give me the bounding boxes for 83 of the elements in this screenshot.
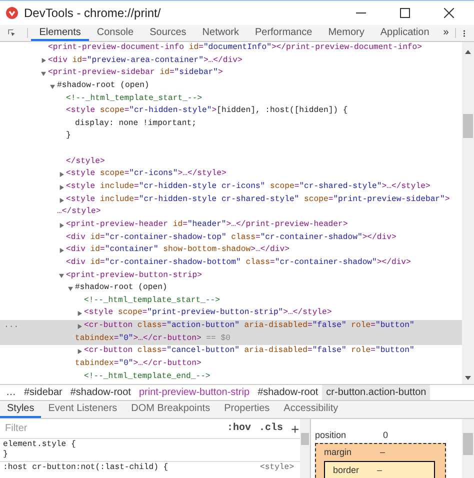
gutter-menu[interactable]: ... — [4, 320, 19, 333]
sidebar-tab[interactable]: DOM Breakpoints — [124, 401, 218, 418]
panel-tab[interactable]: Application — [372, 25, 438, 41]
code-line[interactable]: <div id="preview-area-container">…</div> — [48, 54, 242, 68]
css-selector: element.style { — [3, 440, 76, 450]
code-line[interactable]: …</style> — [57, 206, 101, 219]
breadcrumb-item[interactable]: #shadow-root — [66, 385, 135, 400]
close-icon[interactable] — [444, 8, 454, 18]
position-label: position — [315, 429, 348, 441]
code-line[interactable]: <print-preview-sidebar id="sidebar"> — [48, 67, 223, 80]
code-line: display: none !important; — [75, 118, 196, 130]
breadcrumb-item[interactable]: print-preview-button-strip — [134, 385, 254, 400]
code-line: <div id="cr-container-shadow-top" class="cr-container-shadow"></div> — [66, 232, 396, 244]
collapsed-arrow-icon[interactable] — [59, 172, 64, 178]
code-line: <print-preview-document-info id="documentInfo"></print-preview-document-info> — [48, 42, 422, 54]
app-logo-icon — [6, 7, 18, 19]
code-line[interactable]: <style scope="print-preview-button-strip">…</style> — [84, 307, 332, 320]
css-selector: :host cr-button:not(:last-child) { — [3, 463, 168, 473]
sidebar-tab[interactable]: Styles — [0, 401, 42, 418]
panel-tab[interactable]: Sources — [142, 25, 194, 41]
code-line[interactable]: <cr-button class="action-button" aria-disabled="false" role="button" — [84, 320, 414, 333]
margin-value: – — [380, 446, 386, 458]
code-line[interactable]: tabindex="0">…</cr-button> — [75, 358, 202, 371]
code-line[interactable]: <style include="cr-hidden-style cr-shared-style" scope="print-preview-sidebar"> — [66, 194, 450, 206]
collapsed-arrow-icon[interactable] — [41, 58, 46, 64]
collapsed-arrow-icon[interactable] — [77, 349, 82, 354]
border-value: – — [377, 464, 382, 476]
margin-label: margin — [324, 446, 353, 458]
code-line: <!--_html_template_end_--> — [84, 370, 210, 383]
scrollbar[interactable] — [462, 419, 474, 478]
maximize-icon[interactable] — [400, 8, 410, 18]
more-tabs-button[interactable]: » — [437, 25, 455, 41]
source-link[interactable]: <style> — [260, 463, 294, 473]
panel-tab[interactable]: Network — [194, 25, 247, 41]
panel-tab[interactable]: Memory — [320, 25, 372, 41]
hover-state-toggle[interactable]: :hov — [227, 421, 252, 436]
closing-brace: } — [3, 450, 8, 460]
code-line: <style scope="cr-hidden-style">[hidden], :host([hidden]) { — [66, 105, 348, 118]
collapsed-arrow-icon[interactable] — [59, 184, 64, 190]
code-line: <div id="cr-container-shadow-bottom" class="cr-container-shadow"></div> — [66, 256, 411, 269]
code-line: </style> — [66, 156, 105, 168]
scrollbar-thumb[interactable] — [463, 114, 473, 138]
code-line: <!--_html_template_start_--> — [66, 92, 202, 105]
scrollbar-thumb[interactable] — [301, 433, 309, 445]
breadcrumb-item[interactable]: cr-button.action-button — [322, 385, 430, 400]
scrollbar-thumb[interactable] — [463, 433, 473, 455]
breadcrumb-item[interactable]: #sidebar — [20, 385, 66, 400]
sidebar-tab[interactable]: Properties — [217, 401, 277, 418]
collapsed-arrow-icon[interactable] — [59, 222, 64, 228]
more-options-icon[interactable] — [463, 28, 466, 38]
code-line: <!--_html_template_start_--> — [84, 294, 220, 307]
scrollbar[interactable] — [300, 419, 310, 478]
collapsed-arrow-icon[interactable] — [77, 311, 82, 316]
scroll-down-icon[interactable] — [465, 376, 471, 380]
panel-tab[interactable]: Performance — [246, 25, 320, 41]
expanded-arrow-icon[interactable] — [59, 273, 64, 278]
position-value: 0 — [383, 429, 388, 441]
code-line[interactable]: <style scope="cr-icons">…</style> — [66, 168, 226, 182]
sidebar-tab[interactable]: Accessibility — [276, 401, 346, 418]
scrollbar[interactable] — [462, 42, 474, 384]
panel-tab[interactable]: Console — [88, 25, 142, 41]
border-label: border — [333, 464, 360, 476]
collapsed-arrow-icon[interactable] — [77, 324, 82, 329]
code-line[interactable]: #shadow-root (open) — [57, 80, 150, 93]
collapsed-arrow-icon[interactable] — [59, 198, 64, 202]
sidebar-tab[interactable]: Event Listeners — [41, 401, 124, 418]
scroll-up-icon[interactable] — [465, 50, 471, 54]
expanded-arrow-icon[interactable] — [68, 286, 73, 291]
expanded-arrow-icon[interactable] — [50, 84, 55, 89]
code-line[interactable]: <style include="cr-hidden-style cr-icons" scope="cr-shared-style">…</style> — [66, 181, 430, 194]
breadcrumb-item[interactable]: … — [2, 385, 20, 400]
code-line: } — [66, 130, 71, 142]
expanded-arrow-icon[interactable] — [41, 71, 46, 76]
code-line[interactable]: <div id="container" show-bottom-shadow>…</div> — [66, 244, 290, 257]
code-line[interactable]: <cr-button class="cancel-button" aria-disabled="false" role="button" — [84, 345, 414, 358]
code-line[interactable]: #shadow-root (open) — [75, 282, 168, 295]
collapsed-arrow-icon[interactable] — [59, 248, 64, 254]
breadcrumb-item[interactable]: #shadow-root — [254, 385, 322, 400]
code-line[interactable]: <print-preview-button-strip> — [66, 270, 202, 282]
window-title: DevTools - chrome://print/ — [24, 5, 161, 22]
new-style-rule-button[interactable]: + — [291, 422, 300, 436]
code-line[interactable]: <print-preview-header id="header">…</print-preview-header> — [66, 218, 348, 232]
class-toggle[interactable]: .cls — [259, 421, 284, 436]
